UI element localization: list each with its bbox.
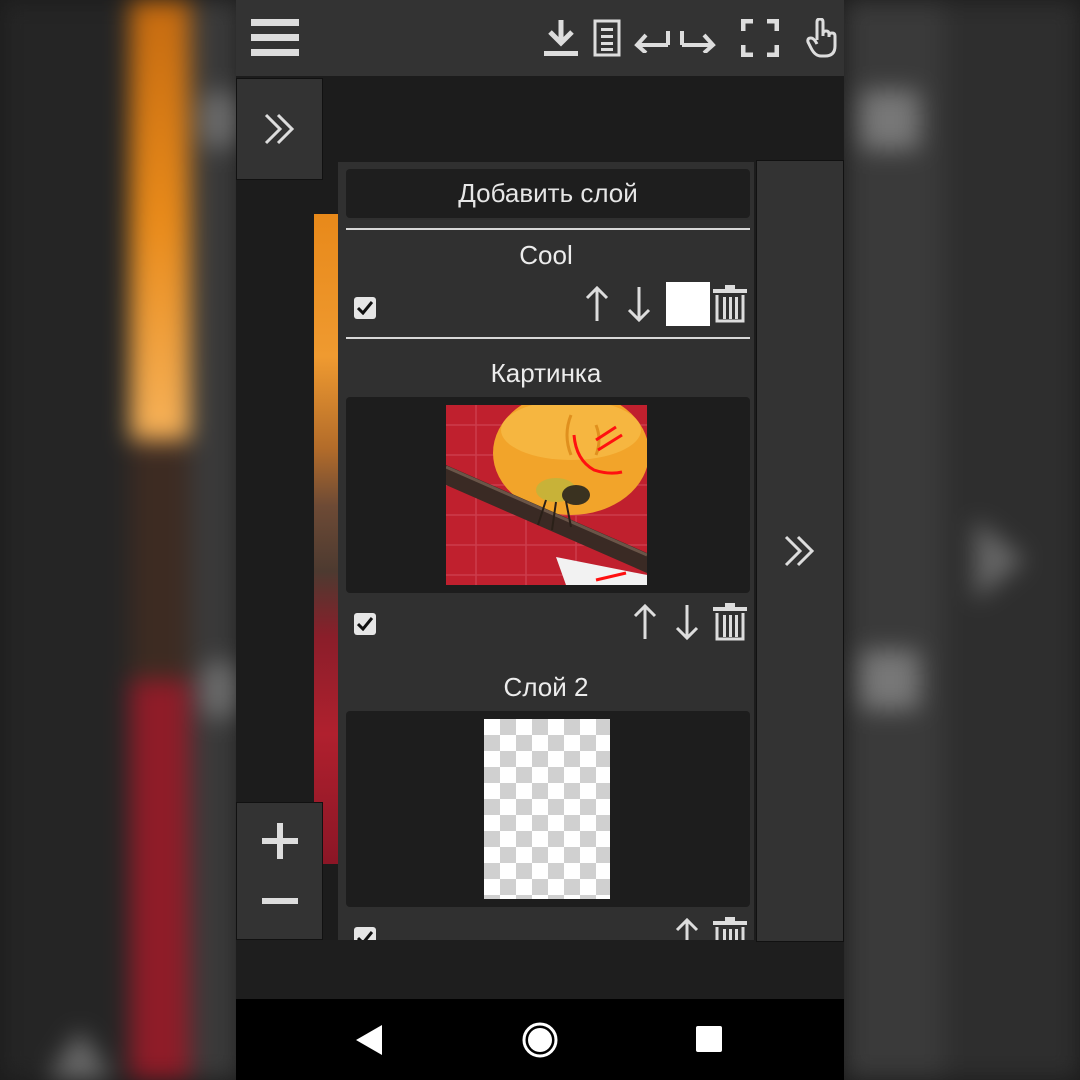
add-layer-button[interactable]: Добавить слой (346, 169, 750, 218)
delete-layer-button[interactable] (712, 602, 748, 642)
layer-color-swatch[interactable] (666, 282, 710, 326)
move-layer-down-button[interactable] (624, 284, 654, 324)
layer-visibility-checkbox[interactable] (354, 297, 376, 319)
move-layer-up-button[interactable] (672, 916, 702, 940)
minus-icon (261, 898, 298, 904)
fullscreen-icon[interactable] (740, 16, 780, 60)
double-chevron-right-icon (784, 535, 815, 567)
checkmark-icon (357, 617, 373, 631)
delete-layer-button[interactable] (712, 916, 748, 940)
arrow-down-icon (627, 287, 651, 323)
layer-visibility-checkbox[interactable] (354, 927, 376, 940)
zoom-in-button[interactable] (261, 811, 298, 871)
app-screen: Добавить слой Cool Картинка Слой 2 (236, 0, 844, 1080)
layer-name: Слой 2 (503, 672, 589, 702)
divider (346, 228, 750, 230)
expand-left-button[interactable] (236, 78, 323, 180)
hand-icon[interactable] (804, 16, 840, 60)
move-layer-down-button[interactable] (672, 602, 702, 642)
trash-icon (713, 603, 747, 641)
arrow-down-icon (675, 605, 699, 641)
back-icon[interactable] (354, 1023, 384, 1062)
arrow-up-icon (633, 603, 657, 639)
zoom-out-button[interactable] (261, 871, 298, 931)
download-icon[interactable] (542, 16, 580, 60)
layer-visibility-checkbox[interactable] (354, 613, 376, 635)
recents-icon[interactable] (696, 1026, 722, 1057)
plus-icon (261, 823, 298, 859)
navigation-bar (236, 999, 844, 1080)
layer-name: Картинка (490, 358, 602, 388)
arrow-up-icon (675, 917, 699, 940)
double-chevron-right-icon (264, 113, 294, 145)
checkmark-icon (357, 931, 373, 940)
layer-thumbnail (446, 405, 647, 585)
undo-icon[interactable] (632, 16, 672, 60)
collapse-panel-button[interactable] (756, 160, 844, 942)
delete-layer-button[interactable] (712, 284, 748, 324)
layer-name: Cool (519, 240, 573, 270)
trash-icon (713, 917, 747, 940)
home-icon[interactable] (520, 1020, 560, 1065)
transparent-layer-thumbnail (484, 719, 610, 899)
checkmark-icon (357, 301, 373, 315)
trash-icon (713, 285, 747, 323)
menu-icon[interactable] (250, 16, 300, 60)
redo-icon[interactable] (678, 16, 718, 60)
canvas-image (314, 214, 338, 864)
arrow-up-icon (585, 285, 609, 321)
layer-thumbnail-frame[interactable] (346, 397, 750, 593)
move-layer-up-button[interactable] (630, 602, 660, 642)
top-toolbar (236, 0, 844, 76)
zoom-controls (236, 802, 323, 940)
document-icon[interactable] (592, 16, 622, 60)
move-layer-up-button[interactable] (582, 284, 612, 324)
layers-panel: Добавить слой Cool Картинка Слой 2 (338, 162, 754, 940)
layer-thumbnail-frame[interactable] (346, 711, 750, 907)
divider (346, 337, 750, 339)
